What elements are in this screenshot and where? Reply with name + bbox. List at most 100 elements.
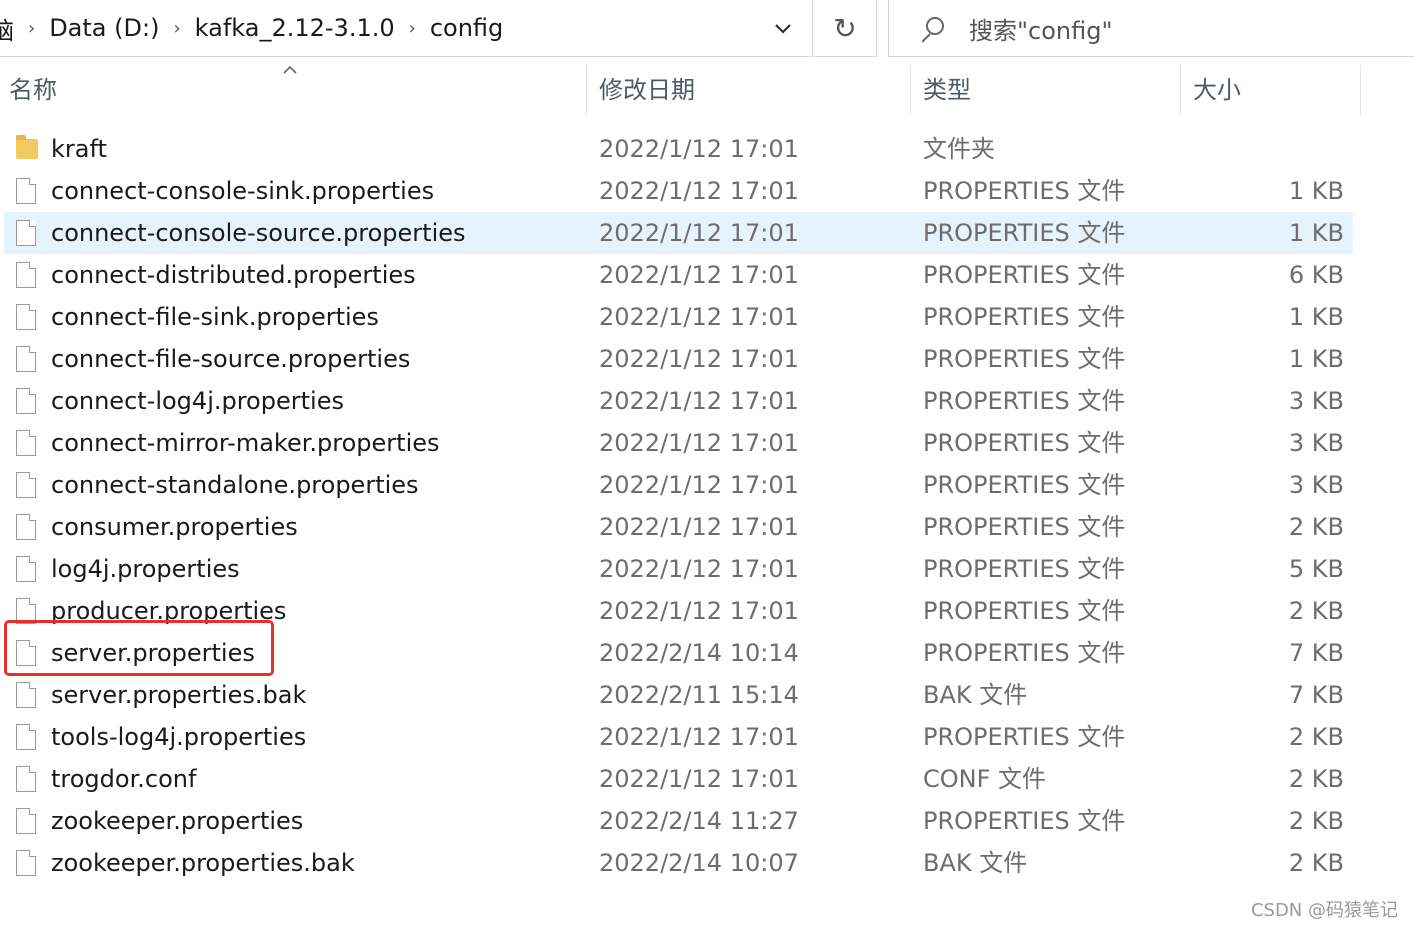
file-size: 2 KB	[1288, 849, 1344, 877]
chevron-right-icon[interactable]: ›	[409, 18, 416, 39]
file-name: tools-log4j.properties	[51, 723, 307, 751]
file-type: PROPERTIES 文件	[923, 261, 1126, 289]
file-type: PROPERTIES 文件	[923, 555, 1126, 583]
search-icon	[917, 15, 944, 43]
file-icon	[16, 262, 36, 288]
column-divider[interactable]	[586, 65, 587, 115]
file-row[interactable]: tools-log4j.properties 2022/1/12 17:01 PRO…	[4, 716, 1353, 758]
file-icon	[16, 220, 36, 246]
file-date: 2022/1/12 17:01	[599, 219, 799, 247]
watermark: CSDN @码猿笔记	[1250, 900, 1398, 921]
file-date: 2022/1/12 17:01	[599, 387, 799, 415]
file-icon	[16, 724, 36, 750]
file-type: PROPERTIES 文件	[923, 177, 1126, 205]
file-size: 2 KB	[1288, 807, 1344, 835]
file-date: 2022/1/12 17:01	[599, 723, 799, 751]
file-row[interactable]: connect-file-sink.properties 2022/1/12 17…	[4, 296, 1353, 338]
file-icon	[16, 472, 36, 498]
annotation-highlight-box	[4, 620, 274, 676]
file-name: server.properties.bak	[51, 681, 307, 709]
chevron-right-icon[interactable]: ›	[173, 18, 180, 39]
file-row[interactable]: connect-distributed.properties 2022/1/12 …	[4, 254, 1353, 296]
file-icon	[16, 682, 36, 708]
file-date: 2022/2/11 15:14	[599, 681, 799, 709]
file-type: PROPERTIES 文件	[923, 639, 1126, 667]
file-row[interactable]: zookeeper.properties 2022/2/14 11:27 PROPE…	[4, 800, 1353, 842]
breadcrumb-truncated[interactable]: 脑	[0, 11, 14, 46]
file-row[interactable]: connect-log4j.properties 2022/1/12 17:01 P…	[4, 380, 1353, 422]
file-icon	[16, 850, 36, 876]
file-row[interactable]: trogdor.conf 2022/1/12 17:01 CONF 文件 2 KB	[4, 758, 1353, 800]
column-header-type[interactable]: 类型	[923, 57, 971, 115]
file-type: PROPERTIES 文件	[923, 723, 1126, 751]
file-date: 2022/1/12 17:01	[599, 261, 799, 289]
file-date: 2022/2/14 10:07	[599, 849, 799, 877]
file-row[interactable]: connect-mirror-maker.properties 2022/1/12…	[4, 422, 1353, 464]
column-header-name[interactable]: 名称	[9, 57, 57, 115]
breadcrumb-kafka[interactable]: kafka_2.12-3.1.0	[195, 14, 395, 42]
file-size: 3 KB	[1288, 429, 1344, 457]
file-size: 7 KB	[1288, 681, 1344, 709]
file-icon	[16, 388, 36, 414]
file-date: 2022/1/12 17:01	[599, 765, 799, 793]
file-size: 2 KB	[1288, 765, 1344, 793]
column-header-date[interactable]: 修改日期	[599, 57, 695, 115]
file-icon	[16, 514, 36, 540]
file-row[interactable]: server.properties.bak 2022/2/11 15:14 BAK …	[4, 674, 1353, 716]
file-name: connect-console-sink.properties	[51, 177, 435, 205]
file-icon	[16, 430, 36, 456]
file-name: zookeeper.properties.bak	[51, 849, 355, 877]
file-type: PROPERTIES 文件	[923, 807, 1126, 835]
file-size: 3 KB	[1288, 471, 1344, 499]
file-type: PROPERTIES 文件	[923, 471, 1126, 499]
file-row[interactable]: consumer.properties 2022/1/12 17:01 PROPER…	[4, 506, 1353, 548]
file-date: 2022/1/12 17:01	[599, 555, 799, 583]
file-icon	[16, 766, 36, 792]
file-size: 1 KB	[1288, 345, 1344, 373]
search-box[interactable]: 搜索"config"	[888, 0, 1414, 57]
breadcrumb-config[interactable]: config	[430, 14, 503, 42]
file-date: 2022/2/14 11:27	[599, 807, 799, 835]
breadcrumb-drive[interactable]: Data (D:)	[49, 14, 159, 42]
file-size: 1 KB	[1288, 303, 1344, 331]
file-row[interactable]: log4j.properties 2022/1/12 17:01 PROPERTIE…	[4, 548, 1353, 590]
file-name: connect-mirror-maker.properties	[51, 429, 440, 457]
file-size: 2 KB	[1288, 513, 1344, 541]
file-name: connect-distributed.properties	[51, 261, 416, 289]
column-header-size[interactable]: 大小	[1193, 57, 1241, 115]
search-input[interactable]: 搜索"config"	[969, 11, 1113, 46]
toolbar: 脑 › Data (D:) › kafka_2.12-3.1.0 › confi…	[0, 0, 1414, 57]
file-name: connect-file-source.properties	[51, 345, 411, 373]
file-icon	[16, 556, 36, 582]
file-row[interactable]: kraft 2022/1/12 17:01 文件夹	[4, 128, 1353, 170]
file-icon	[16, 178, 36, 204]
file-icon	[16, 808, 36, 834]
file-type: PROPERTIES 文件	[923, 387, 1126, 415]
file-row[interactable]: connect-console-sink.properties 2022/1/12…	[4, 170, 1353, 212]
file-name: connect-standalone.properties	[51, 471, 419, 499]
file-type: BAK 文件	[923, 681, 1028, 709]
file-date: 2022/1/12 17:01	[599, 597, 799, 625]
file-row[interactable]: connect-file-source.properties 2022/1/12 …	[4, 338, 1353, 380]
sort-ascending-icon	[282, 60, 298, 79]
file-name: trogdor.conf	[51, 765, 197, 793]
column-divider[interactable]	[1360, 65, 1361, 115]
column-divider[interactable]	[1180, 65, 1181, 115]
file-size: 1 KB	[1288, 177, 1344, 205]
file-size: 2 KB	[1288, 597, 1344, 625]
file-size: 6 KB	[1288, 261, 1344, 289]
file-type: PROPERTIES 文件	[923, 219, 1126, 247]
file-row[interactable]: connect-console-source.properties 2022/1/…	[4, 212, 1353, 254]
file-date: 2022/1/12 17:01	[599, 303, 799, 331]
chevron-right-icon[interactable]: ›	[28, 18, 35, 39]
file-date: 2022/1/12 17:01	[599, 177, 799, 205]
column-divider[interactable]	[910, 65, 911, 115]
file-name: connect-file-sink.properties	[51, 303, 379, 331]
address-bar[interactable]: 脑 › Data (D:) › kafka_2.12-3.1.0 › confi…	[0, 0, 813, 57]
file-type: PROPERTIES 文件	[923, 513, 1126, 541]
file-date: 2022/1/12 17:01	[599, 135, 799, 163]
chevron-down-icon[interactable]	[762, 0, 804, 56]
file-row[interactable]: connect-standalone.properties 2022/1/12 1…	[4, 464, 1353, 506]
file-row[interactable]: zookeeper.properties.bak 2022/2/14 10:07 B…	[4, 842, 1353, 884]
refresh-button[interactable]: ↻	[814, 0, 877, 57]
